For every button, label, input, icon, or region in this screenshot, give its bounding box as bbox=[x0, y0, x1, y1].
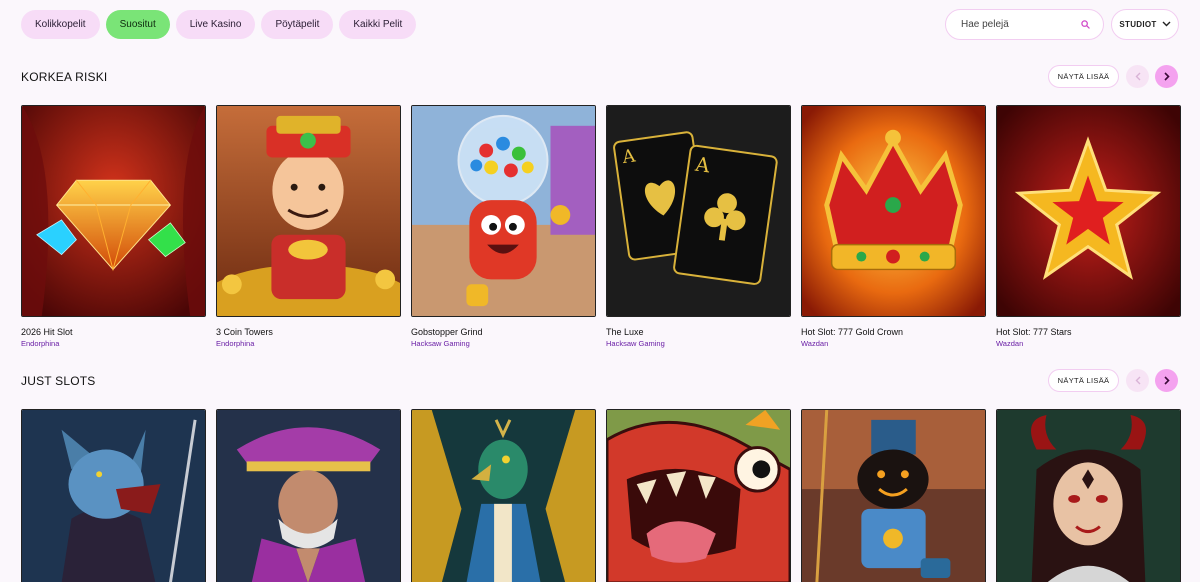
studios-dropdown[interactable]: STUDIOT bbox=[1111, 9, 1179, 40]
game-card[interactable]: Hot Slot: 777 Gold Crown Wazdan bbox=[801, 105, 986, 348]
game-card[interactable] bbox=[996, 409, 1181, 582]
carousel-prev-button[interactable] bbox=[1126, 369, 1149, 392]
carousel-prev-button[interactable] bbox=[1126, 65, 1149, 88]
game-card[interactable] bbox=[606, 409, 791, 582]
game-carousel bbox=[21, 409, 1181, 582]
game-thumbnail[interactable] bbox=[801, 105, 986, 317]
game-title: Hot Slot: 777 Gold Crown bbox=[801, 327, 904, 337]
search-input[interactable] bbox=[961, 19, 1071, 30]
game-card[interactable] bbox=[801, 409, 986, 582]
chevron-right-icon bbox=[1163, 72, 1170, 81]
game-thumbnail[interactable] bbox=[21, 105, 206, 317]
carousel-next-button[interactable] bbox=[1155, 65, 1178, 88]
chevron-left-icon bbox=[1135, 376, 1140, 385]
game-card[interactable] bbox=[21, 409, 206, 582]
game-thumbnail[interactable] bbox=[21, 409, 206, 582]
game-studio: Endorphina bbox=[21, 339, 60, 348]
game-studio: Hacksaw Gaming bbox=[606, 339, 665, 348]
category-tabs: Kolikkopelit Suositut Live Kasino Pöytäp… bbox=[21, 10, 417, 39]
tab-live-kasino[interactable]: Live Kasino bbox=[175, 10, 256, 39]
game-card[interactable]: Gobstopper Grind Hacksaw Gaming bbox=[411, 105, 596, 348]
game-card[interactable]: 3 Coin Towers Endorphina bbox=[216, 105, 401, 348]
chevron-right-icon bbox=[1163, 376, 1170, 385]
chevron-left-icon bbox=[1135, 72, 1140, 81]
game-carousel: 2026 Hit Slot Endorphina 3 Coin Towers E… bbox=[21, 105, 1181, 348]
section-header: KORKEA RISKI NÄYTÄ LISÄÄ bbox=[0, 62, 1200, 92]
game-studio: Wazdan bbox=[801, 339, 829, 348]
game-thumbnail[interactable] bbox=[411, 105, 596, 317]
section-header: JUST SLOTS NÄYTÄ LISÄÄ bbox=[0, 366, 1200, 396]
studios-label: STUDIOT bbox=[1119, 20, 1157, 29]
game-card[interactable]: Hot Slot: 777 Stars Wazdan bbox=[996, 105, 1181, 348]
tab-suositut[interactable]: Suositut bbox=[105, 10, 170, 39]
search-box bbox=[945, 9, 1104, 40]
tab-kaikki-pelit[interactable]: Kaikki Pelit bbox=[339, 10, 417, 39]
show-more-button[interactable]: NÄYTÄ LISÄÄ bbox=[1048, 369, 1119, 392]
section-just-slots: JUST SLOTS NÄYTÄ LISÄÄ bbox=[0, 366, 1200, 582]
game-thumbnail[interactable] bbox=[216, 105, 401, 317]
section-title: JUST SLOTS bbox=[21, 374, 96, 388]
section-title: KORKEA RISKI bbox=[21, 70, 108, 84]
game-thumbnail[interactable] bbox=[801, 409, 986, 582]
game-studio: Hacksaw Gaming bbox=[411, 339, 470, 348]
game-title: Hot Slot: 777 Stars bbox=[996, 327, 1072, 337]
chevron-down-icon bbox=[1162, 20, 1171, 29]
game-card[interactable]: 2026 Hit Slot Endorphina bbox=[21, 105, 206, 348]
game-thumbnail[interactable] bbox=[996, 409, 1181, 582]
show-more-button[interactable]: NÄYTÄ LISÄÄ bbox=[1048, 65, 1119, 88]
game-title: 3 Coin Towers bbox=[216, 327, 273, 337]
game-title: 2026 Hit Slot bbox=[21, 327, 73, 337]
game-card[interactable] bbox=[216, 409, 401, 582]
search-icon[interactable] bbox=[1081, 20, 1091, 30]
game-card[interactable] bbox=[411, 409, 596, 582]
game-thumbnail[interactable]: A A bbox=[606, 105, 791, 317]
game-thumbnail[interactable] bbox=[411, 409, 596, 582]
game-card[interactable]: A A The Luxe Hacksaw Gaming bbox=[606, 105, 791, 348]
top-filter-bar: Kolikkopelit Suositut Live Kasino Pöytäp… bbox=[0, 0, 1200, 50]
game-thumbnail[interactable] bbox=[216, 409, 401, 582]
section-korkea-riski: KORKEA RISKI NÄYTÄ LISÄÄ 2026 Hit Slot E… bbox=[0, 62, 1200, 348]
game-thumbnail[interactable] bbox=[996, 105, 1181, 317]
game-title: The Luxe bbox=[606, 327, 644, 337]
carousel-next-button[interactable] bbox=[1155, 369, 1178, 392]
game-thumbnail[interactable] bbox=[606, 409, 791, 582]
game-title: Gobstopper Grind bbox=[411, 327, 483, 337]
tab-kolikkopelit[interactable]: Kolikkopelit bbox=[21, 10, 100, 39]
game-studio: Endorphina bbox=[216, 339, 255, 348]
tab-poytapelit[interactable]: Pöytäpelit bbox=[261, 10, 334, 39]
game-studio: Wazdan bbox=[996, 339, 1024, 348]
